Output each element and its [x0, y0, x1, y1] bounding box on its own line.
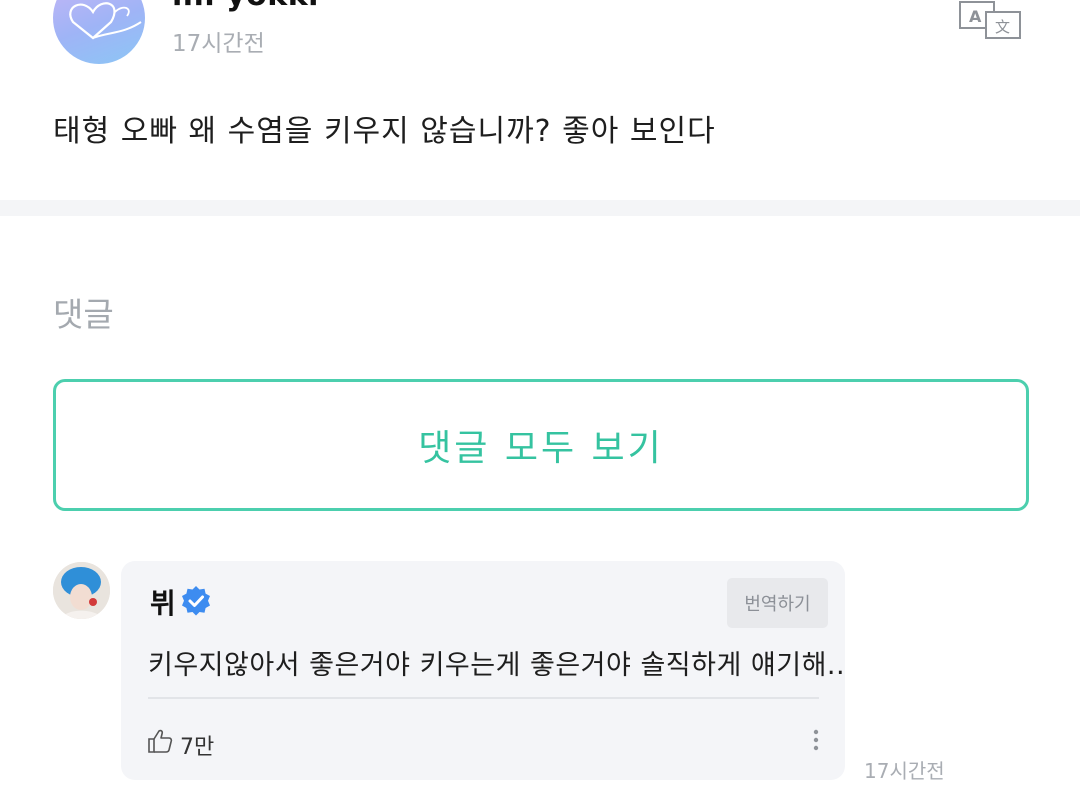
- section-divider: [0, 200, 1080, 216]
- svg-text:A: A: [969, 7, 982, 26]
- comment-divider: [148, 697, 819, 699]
- heart-scribble-icon: [69, 2, 142, 40]
- view-all-comments-button[interactable]: 댓글 모두 보기: [53, 379, 1029, 511]
- post-author-avatar[interactable]: [53, 0, 145, 64]
- comment-translate-button[interactable]: 번역하기: [727, 578, 828, 628]
- translate-icon[interactable]: A 文: [958, 0, 1024, 40]
- comment-timestamp: 17시간전: [864, 759, 945, 783]
- post-body-text: 태형 오빠 왜 수염을 키우지 않습니까? 좋아 보인다: [53, 114, 716, 149]
- post-author-name[interactable]: iiii yokki: [172, 0, 319, 13]
- more-options-icon[interactable]: [806, 726, 826, 756]
- like-count: 7만: [180, 735, 215, 760]
- post-timestamp: 17시간전: [172, 31, 265, 57]
- thumbs-up-icon[interactable]: [147, 728, 173, 754]
- comments-heading: 댓글: [53, 295, 114, 334]
- svg-text:文: 文: [995, 18, 1010, 36]
- verified-badge-icon: [180, 585, 212, 617]
- comment-text: 키우지않아서 좋은거야 키우는게 좋은거야 솔직하게 얘기해..: [148, 650, 846, 681]
- commenter-avatar[interactable]: [53, 562, 110, 619]
- commenter-name[interactable]: 뷔: [150, 582, 176, 622]
